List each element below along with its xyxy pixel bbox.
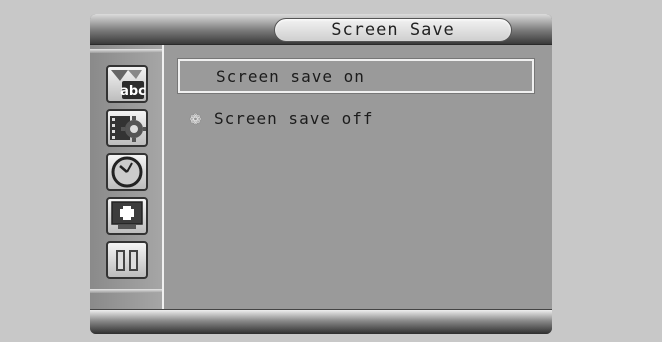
osd-window: Screen Save abc Screen save on ❁ Screen … xyxy=(90,14,552,334)
menu-item-screen-save-off[interactable]: ❁ Screen save off xyxy=(178,101,534,135)
display-add-icon xyxy=(111,201,143,229)
menu-item-label: Screen save on xyxy=(216,66,365,86)
sidebar-item-pause[interactable] xyxy=(106,241,148,279)
video-settings-icon xyxy=(110,116,146,142)
language-icon: abc xyxy=(111,70,146,99)
menu-panel: Screen save on ❁ Screen save off xyxy=(164,45,552,310)
sidebar: abc xyxy=(90,45,164,310)
pause-bars-icon xyxy=(116,250,138,271)
sidebar-item-clock[interactable] xyxy=(106,153,148,191)
title-bar: Screen Save xyxy=(90,14,552,45)
clock-icon xyxy=(111,156,143,188)
sidebar-item-video-settings[interactable] xyxy=(106,109,148,147)
sidebar-item-language[interactable]: abc xyxy=(106,65,148,103)
menu-item-label: Screen save off xyxy=(214,108,374,128)
bottom-bar xyxy=(90,309,552,334)
sidebar-divider xyxy=(90,289,162,293)
sidebar-item-display[interactable] xyxy=(106,197,148,235)
menu-item-screen-save-on[interactable]: Screen save on xyxy=(178,59,534,93)
flower-marker-icon: ❁ xyxy=(190,107,202,129)
page-title: Screen Save xyxy=(274,18,512,42)
sidebar-divider xyxy=(90,49,162,53)
sidebar-item-label: abc xyxy=(120,84,146,99)
